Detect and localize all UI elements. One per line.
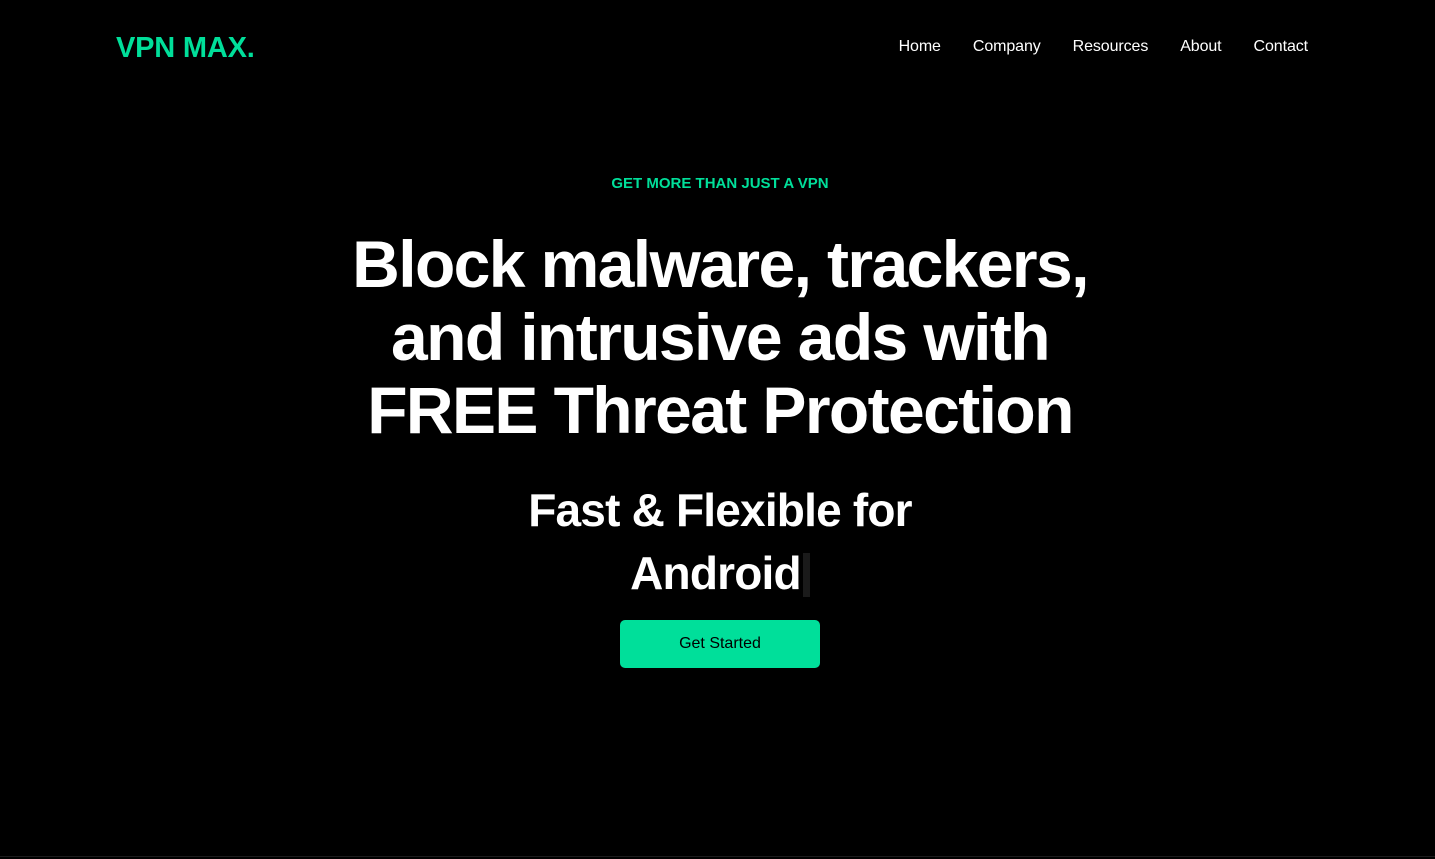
typing-cursor xyxy=(802,553,810,597)
nav-link-resources[interactable]: Resources xyxy=(1057,36,1165,58)
headline-line-2: and intrusive ads with xyxy=(391,300,1051,374)
headline-line-3: FREE Threat Protection xyxy=(367,373,1074,447)
navbar: VPN MAX. Home Company Resources About Co… xyxy=(0,0,1435,96)
hero-headline: Block malware, trackers, and intrusive a… xyxy=(0,228,1435,447)
landing-page: VPN MAX. Home Company Resources About Co… xyxy=(0,0,1435,859)
nav-link-home[interactable]: Home xyxy=(883,36,957,58)
get-started-button[interactable]: Get Started xyxy=(620,620,820,668)
hero-eyebrow: GET MORE THAN JUST A VPN xyxy=(611,175,829,192)
bottom-divider xyxy=(0,856,1435,857)
typed-word: Android xyxy=(630,547,802,599)
typed-text-row: Android xyxy=(0,545,1435,601)
nav-link-company[interactable]: Company xyxy=(957,36,1057,58)
hero-subline: Fast & Flexible for xyxy=(528,484,912,536)
nav-link-contact[interactable]: Contact xyxy=(1238,36,1309,58)
headline-line-1: Block malware, trackers, xyxy=(352,227,1089,301)
brand-logo[interactable]: VPN MAX. xyxy=(116,30,255,66)
nav-menu: Home Company Resources About Contact xyxy=(883,36,1309,58)
nav-link-about[interactable]: About xyxy=(1164,36,1237,58)
